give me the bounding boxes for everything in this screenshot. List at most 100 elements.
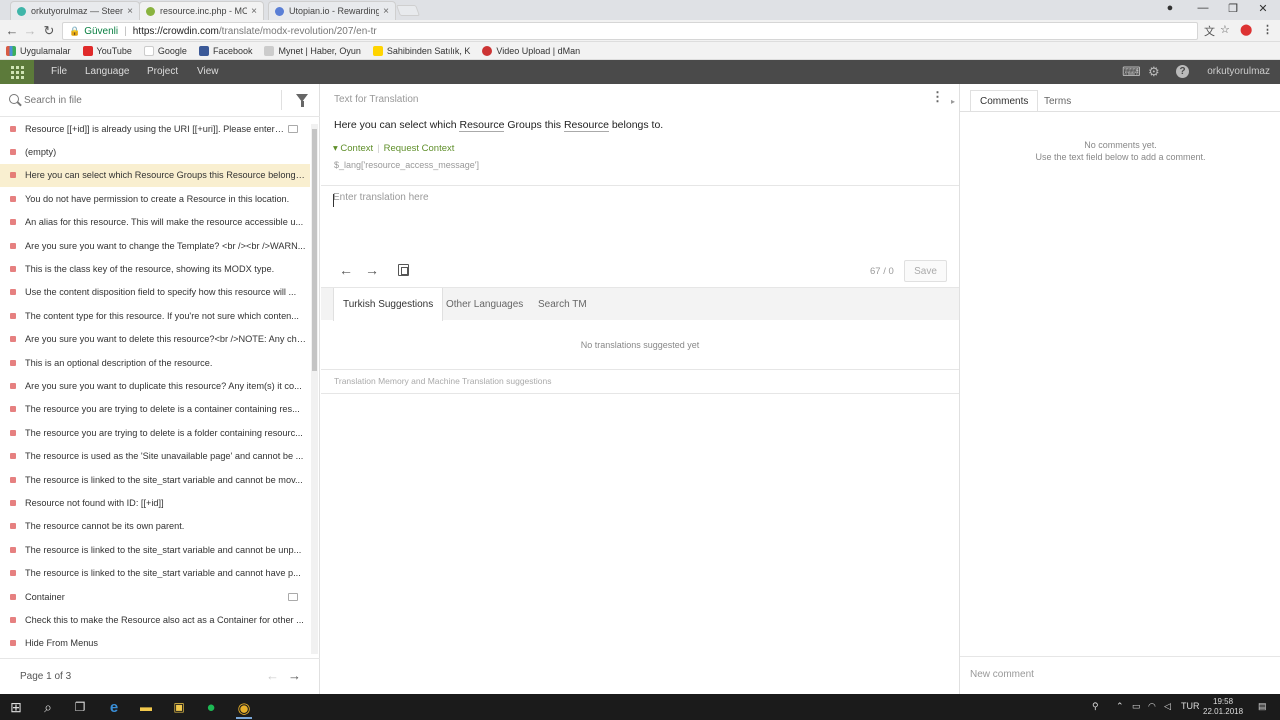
extension-icon[interactable]: ⬤: [1240, 23, 1252, 36]
bookmark-youtube[interactable]: YouTube: [82, 45, 132, 56]
string-list-item[interactable]: The resource cannot be its own parent.: [0, 515, 310, 538]
string-list-item[interactable]: Here you can select which Resource Group…: [0, 163, 310, 188]
page-icon: [264, 45, 275, 56]
filter-icon[interactable]: [296, 94, 308, 107]
glossary-term[interactable]: Resource: [563, 119, 609, 132]
browser-tab-steem[interactable]: orkutyorulmaz — Steem ×: [10, 1, 140, 20]
string-list-item[interactable]: An alias for this resource. This will ma…: [0, 211, 310, 234]
url-bar[interactable]: 🔒 Güvenli | https://crowdin.com /transla…: [62, 22, 1198, 40]
file-explorer-icon[interactable]: ▬: [138, 699, 154, 715]
tab-comments[interactable]: Comments: [970, 90, 1039, 112]
tab-turkish-suggestions[interactable]: Turkish Suggestions: [333, 288, 444, 321]
close-tab-icon[interactable]: ×: [251, 6, 257, 17]
context-toggle[interactable]: ▾ Context: [333, 143, 373, 154]
save-button[interactable]: Save: [904, 260, 947, 282]
glossary-term[interactable]: Resource: [459, 119, 505, 132]
browser-tab-crowdin[interactable]: resource.inc.php - MOD ×: [139, 1, 264, 20]
help-icon[interactable]: ?: [1176, 65, 1189, 78]
close-tab-icon[interactable]: ×: [127, 6, 133, 17]
store-icon[interactable]: ▣: [171, 699, 187, 715]
string-list-item[interactable]: Container: [0, 585, 310, 608]
string-list-item[interactable]: The content type for this resource. If y…: [0, 304, 310, 327]
wifi-icon[interactable]: ◠: [1148, 701, 1156, 712]
bookmark-sahibinden[interactable]: Sahibinden Satılık, K: [372, 45, 470, 56]
string-list-item[interactable]: Are you sure you want to delete this res…: [0, 328, 310, 351]
chrome-icon[interactable]: ◉: [236, 699, 252, 719]
volume-icon[interactable]: ◁: [1164, 701, 1171, 712]
notifications-icon[interactable]: ▤: [1258, 701, 1267, 712]
string-list-item[interactable]: (empty): [0, 140, 310, 163]
tab-terms[interactable]: Terms: [1035, 90, 1080, 112]
search-icon[interactable]: ⌕: [40, 699, 56, 715]
edge-icon[interactable]: e: [106, 699, 122, 716]
task-view-icon[interactable]: ❐: [72, 699, 88, 715]
menu-file[interactable]: File: [51, 66, 67, 77]
string-list-item[interactable]: Resource not found with ID: [[+id]]: [0, 491, 310, 514]
clock[interactable]: 19:58 22.01.2018: [1203, 697, 1243, 717]
next-page-button[interactable]: →: [288, 668, 301, 683]
menu-project[interactable]: Project: [147, 66, 178, 77]
previous-string-button[interactable]: ←: [339, 262, 353, 278]
more-options-icon[interactable]: ⋮: [931, 90, 944, 103]
new-comment-input[interactable]: [970, 669, 1260, 680]
string-list-item[interactable]: The resource is linked to the site_start…: [0, 561, 310, 584]
forward-button[interactable]: →: [22, 23, 38, 38]
search-input[interactable]: [24, 91, 274, 109]
restore-button[interactable]: ❐: [1225, 2, 1241, 15]
language-indicator[interactable]: TUR: [1181, 701, 1200, 711]
back-button[interactable]: ←: [4, 23, 20, 38]
spotify-icon[interactable]: ●: [203, 699, 219, 716]
string-list-item[interactable]: Are you sure you want to duplicate this …: [0, 374, 310, 397]
bookmark-mynet[interactable]: Mynet | Haber, Oyun: [264, 45, 361, 56]
minimize-button[interactable]: —: [1195, 2, 1211, 14]
menu-language[interactable]: Language: [85, 66, 130, 77]
keyboard-icon[interactable]: ⌨: [1122, 64, 1141, 80]
tab-other-languages[interactable]: Other Languages: [437, 288, 532, 321]
tab-label: orkutyorulmaz — Steem: [31, 6, 124, 16]
string-list-item[interactable]: This is an optional description of the r…: [0, 351, 310, 374]
translate-page-icon[interactable]: 文: [1204, 23, 1215, 39]
start-button[interactable]: ⊞: [8, 699, 24, 715]
string-list-item[interactable]: Are you sure you want to change the Temp…: [0, 234, 310, 257]
string-list-item[interactable]: Hide From Menus: [0, 632, 310, 655]
close-tab-icon[interactable]: ×: [383, 6, 389, 17]
copy-source-icon[interactable]: [398, 264, 409, 276]
user-menu[interactable]: orkutyorulmaz: [1207, 66, 1270, 77]
scrollbar-thumb[interactable]: [312, 129, 317, 371]
string-list-item[interactable]: The resource you are trying to delete is…: [0, 398, 310, 421]
string-list-item[interactable]: You do not have permission to create a R…: [0, 187, 310, 210]
translation-input[interactable]: [333, 192, 943, 252]
battery-icon[interactable]: ▭: [1132, 701, 1141, 712]
string-list-item[interactable]: The resource you are trying to delete is…: [0, 421, 310, 444]
menu-view[interactable]: View: [197, 66, 219, 77]
reload-button[interactable]: ↻: [41, 23, 57, 39]
tab-search-tm[interactable]: Search TM: [529, 288, 596, 321]
browser-menu-icon[interactable]: ⋮: [1262, 23, 1273, 36]
string-list-item[interactable]: Resource [[+id]] is already using the UR…: [0, 117, 310, 140]
browser-tab-utopian[interactable]: Utopian.io - Rewarding ×: [268, 1, 396, 20]
people-icon[interactable]: ⚲: [1092, 701, 1099, 712]
string-text: The resource you are trying to delete is…: [25, 404, 300, 415]
bookmark-star-icon[interactable]: ☆: [1220, 23, 1230, 36]
bookmark-dmanga[interactable]: Video Upload | dMan: [482, 45, 580, 56]
close-window-button[interactable]: ✕: [1255, 2, 1271, 15]
string-list-item[interactable]: The resource is used as the 'Site unavai…: [0, 444, 310, 467]
string-list-scrollbar[interactable]: [311, 124, 318, 654]
request-context-link[interactable]: Request Context: [384, 143, 455, 154]
string-list-item[interactable]: The resource is linked to the site_start…: [0, 468, 310, 491]
string-list-item[interactable]: This is the class key of the resource, s…: [0, 257, 310, 280]
bookmark-google[interactable]: Google: [143, 45, 187, 56]
profile-icon[interactable]: ●: [1162, 2, 1178, 14]
bookmark-apps[interactable]: Uygulamalar: [6, 45, 71, 56]
tray-expand-icon[interactable]: ⌃: [1116, 701, 1124, 712]
string-list-item[interactable]: Use the content disposition field to spe…: [0, 281, 310, 304]
string-list-item[interactable]: The resource is linked to the site_start…: [0, 538, 310, 561]
prev-page-button[interactable]: ←: [266, 668, 279, 683]
settings-gear-icon[interactable]: ⚙: [1148, 64, 1160, 80]
bookmark-facebook[interactable]: Facebook: [198, 45, 252, 56]
string-list-item[interactable]: Check this to make the Resource also act…: [0, 608, 310, 631]
collapse-right-icon[interactable]: ▸: [951, 97, 955, 106]
new-tab-button[interactable]: [395, 5, 421, 16]
apps-grid-button[interactable]: [0, 60, 34, 84]
next-string-button[interactable]: →: [365, 262, 379, 278]
